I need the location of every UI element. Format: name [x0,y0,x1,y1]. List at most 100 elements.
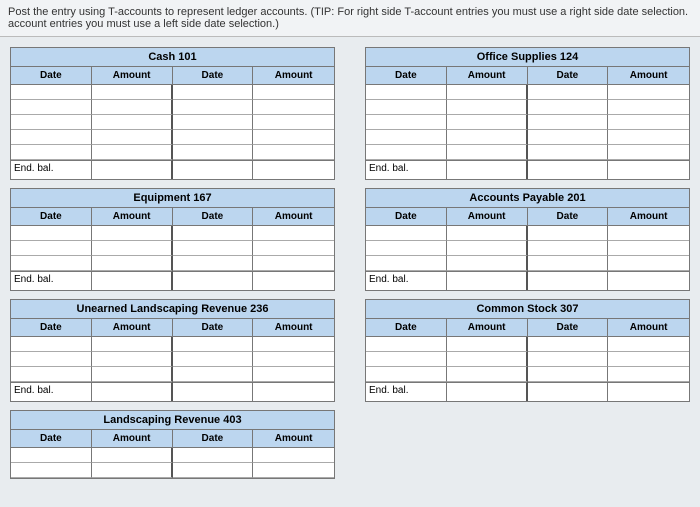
cell[interactable] [92,352,173,367]
cell[interactable] [11,352,92,367]
cell[interactable] [253,367,334,382]
cell[interactable] [92,115,173,130]
cell[interactable] [366,226,447,241]
end-balance-cell[interactable] [173,382,254,401]
end-balance-cell[interactable] [173,271,254,290]
cell[interactable] [447,226,528,241]
end-balance-cell[interactable] [92,160,173,179]
cell[interactable] [92,256,173,271]
cell[interactable] [366,85,447,100]
cell[interactable] [92,85,173,100]
cell[interactable] [608,100,689,115]
end-balance-cell[interactable] [253,160,334,179]
end-balance-cell[interactable] [92,382,173,401]
cell[interactable] [528,100,609,115]
cell[interactable] [608,256,689,271]
end-balance-cell[interactable] [447,271,528,290]
cell[interactable] [11,448,92,463]
cell[interactable] [447,241,528,256]
cell[interactable] [92,367,173,382]
cell[interactable] [608,352,689,367]
cell[interactable] [11,337,92,352]
cell[interactable] [528,256,609,271]
end-balance-cell[interactable] [173,160,254,179]
cell[interactable] [11,256,92,271]
cell[interactable] [366,337,447,352]
cell[interactable] [173,100,254,115]
cell[interactable] [528,226,609,241]
cell[interactable] [253,85,334,100]
cell[interactable] [366,352,447,367]
cell[interactable] [366,100,447,115]
cell[interactable] [92,130,173,145]
cell[interactable] [11,130,92,145]
cell[interactable] [173,448,254,463]
cell[interactable] [608,367,689,382]
cell[interactable] [608,115,689,130]
cell[interactable] [92,145,173,160]
cell[interactable] [173,463,254,478]
cell[interactable] [608,145,689,160]
cell[interactable] [608,241,689,256]
cell[interactable] [92,463,173,478]
cell[interactable] [253,352,334,367]
end-balance-cell[interactable] [92,271,173,290]
cell[interactable] [608,337,689,352]
cell[interactable] [447,367,528,382]
cell[interactable] [608,85,689,100]
end-balance-cell[interactable] [608,271,689,290]
end-balance-cell[interactable] [253,271,334,290]
cell[interactable] [528,130,609,145]
cell[interactable] [173,352,254,367]
cell[interactable] [447,337,528,352]
cell[interactable] [173,367,254,382]
cell[interactable] [253,100,334,115]
cell[interactable] [92,337,173,352]
cell[interactable] [173,337,254,352]
end-balance-cell[interactable] [528,271,609,290]
cell[interactable] [253,115,334,130]
cell[interactable] [173,241,254,256]
cell[interactable] [173,130,254,145]
end-balance-cell[interactable] [528,382,609,401]
cell[interactable] [253,463,334,478]
cell[interactable] [253,337,334,352]
cell[interactable] [11,226,92,241]
end-balance-cell[interactable] [608,382,689,401]
cell[interactable] [447,85,528,100]
cell[interactable] [92,100,173,115]
cell[interactable] [173,145,254,160]
cell[interactable] [92,226,173,241]
cell[interactable] [173,115,254,130]
end-balance-cell[interactable] [253,382,334,401]
cell[interactable] [528,115,609,130]
cell[interactable] [11,463,92,478]
cell[interactable] [447,130,528,145]
cell[interactable] [253,145,334,160]
cell[interactable] [173,256,254,271]
cell[interactable] [11,241,92,256]
cell[interactable] [366,241,447,256]
end-balance-cell[interactable] [447,160,528,179]
cell[interactable] [253,241,334,256]
end-balance-cell[interactable] [447,382,528,401]
cell[interactable] [528,145,609,160]
cell[interactable] [447,115,528,130]
cell[interactable] [528,337,609,352]
cell[interactable] [608,226,689,241]
cell[interactable] [253,226,334,241]
cell[interactable] [11,100,92,115]
cell[interactable] [447,100,528,115]
cell[interactable] [173,85,254,100]
cell[interactable] [447,352,528,367]
cell[interactable] [92,448,173,463]
cell[interactable] [366,256,447,271]
end-balance-cell[interactable] [608,160,689,179]
cell[interactable] [447,256,528,271]
cell[interactable] [173,226,254,241]
cell[interactable] [253,256,334,271]
cell[interactable] [528,85,609,100]
cell[interactable] [447,145,528,160]
cell[interactable] [528,241,609,256]
cell[interactable] [528,352,609,367]
